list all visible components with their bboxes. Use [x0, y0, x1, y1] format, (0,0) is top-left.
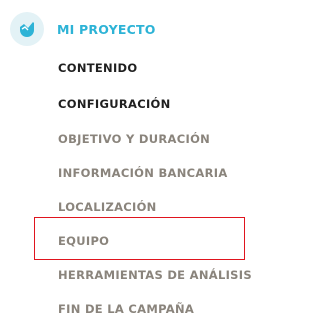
nav-item-objetivo-duracion[interactable]: OBJETIVO Y DURACIÓN: [58, 132, 210, 146]
project-title[interactable]: MI PROYECTO: [57, 22, 156, 37]
project-header[interactable]: MI PROYECTO: [10, 12, 156, 46]
nav-item-informacion-bancaria[interactable]: INFORMACIÓN BANCARIA: [58, 166, 228, 180]
bird-icon: [20, 22, 34, 37]
nav-item-fin-campana[interactable]: FIN DE LA CAMPAÑA: [58, 302, 194, 316]
nav-item-configuracion[interactable]: CONFIGURACIÓN: [58, 97, 171, 111]
nav-item-contenido[interactable]: CONTENIDO: [58, 61, 137, 75]
nav-item-herramientas-analisis[interactable]: HERRAMIENTAS DE ANÁLISIS: [58, 268, 252, 282]
nav-item-localizacion[interactable]: LOCALIZACIÓN: [58, 200, 157, 214]
project-logo-icon: [10, 12, 44, 46]
equipo-highlight-box: [34, 217, 245, 260]
